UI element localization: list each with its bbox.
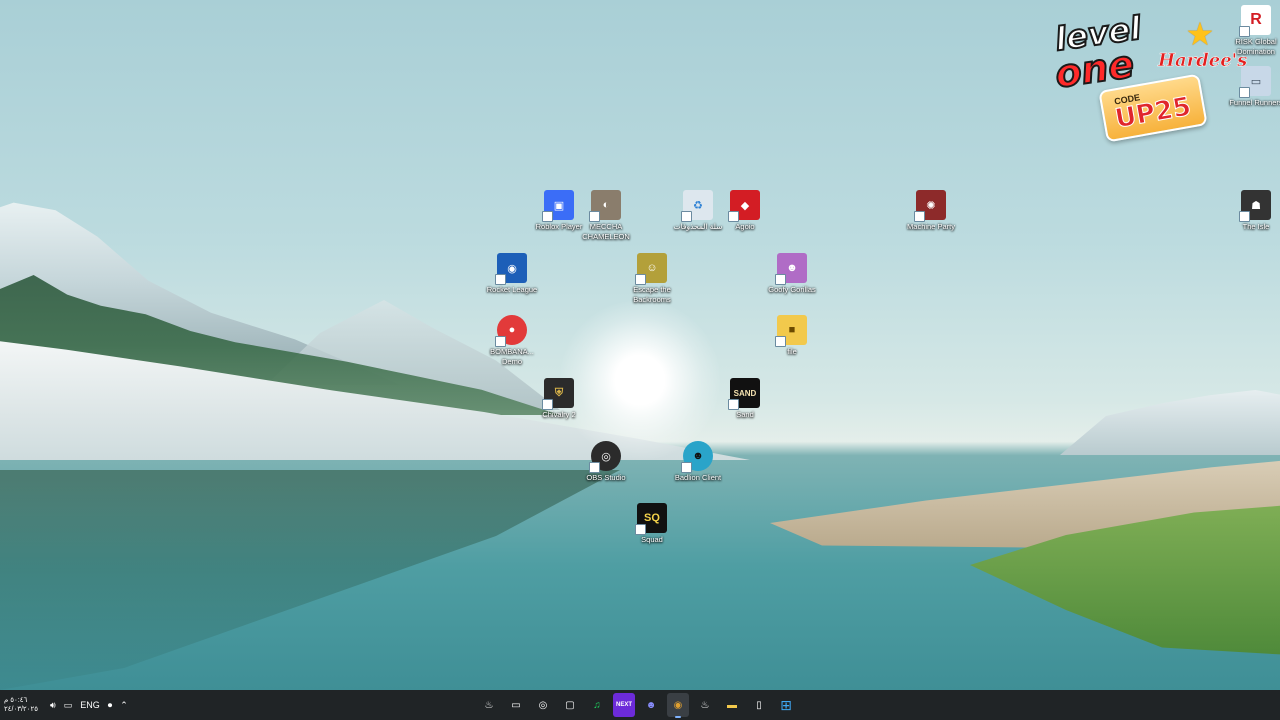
desktop-icon-rocket-league[interactable]: ◉ Rocket League [480,253,544,295]
desktop-icon-obs[interactable]: ◎ OBS Studio [574,441,638,483]
funnel-runners-icon: ▭ [1239,66,1271,98]
risk-icon: R [1239,5,1271,37]
clock[interactable]: ٥٠:٤٦ م ٢٤/٠٣/٢٠٢٥ [4,696,42,714]
desktop-icon-escape-backrooms[interactable]: ☺ Escape the Backrooms [620,253,684,305]
icon-label: Badlion Client [674,473,722,482]
lake-reflection [0,470,620,690]
windows-start-icon[interactable]: ⊞ [775,693,797,717]
desktop-icon-chivalry[interactable]: ⛨ Chivalry 2 [527,378,591,420]
notepad-icon[interactable]: ▯ [748,693,770,717]
folder-icon: ■ [775,315,807,347]
icon-label: Goofy Gorillas [768,285,816,294]
icon-label: Chivalry 2 [542,410,576,419]
system-tray: ٥٠:٤٦ م ٢٤/٠٣/٢٠٢٥ 🔊︎ ▭ ENG ⏺ ⌃ [4,692,128,718]
desktop-icon-machine-party[interactable]: ✺ Machine Party [899,190,963,232]
squad-icon: SQ [635,503,667,535]
icon-label: OBS Studio [586,473,626,482]
desktop-icon-risk[interactable]: R RISK Global Domination [1224,5,1280,57]
desktop-wallpaper: level one ★ Hardee's CODE UP25 ▣ Roblox … [0,0,1280,690]
desktop-icon-squad[interactable]: SQ Squad [620,503,684,545]
recycle-bin-icon: ♻ [681,190,713,222]
network-icon[interactable]: ▭ [64,700,73,711]
machine-party-icon: ✺ [914,190,946,222]
escape-backrooms-icon: ☺ [635,253,667,285]
icon-label: Agoio [735,222,755,231]
terminal-icon[interactable]: ▭ [505,693,527,717]
icon-label: Machine Party [907,222,955,231]
volume-icon[interactable]: 🔊︎ [50,700,56,711]
icon-label: Funnel Runners [1229,98,1280,107]
taskbar: ٥٠:٤٦ م ٢٤/٠٣/٢٠٢٥ 🔊︎ ▭ ENG ⏺ ⌃ ♨ ▭ ◎ ▢ … [0,690,1280,720]
desktop-icon-badlion[interactable]: ☻ Badlion Client [666,441,730,483]
xbox-icon[interactable]: ▢ [559,693,581,717]
taskbar-apps: ♨ ▭ ◎ ▢ ♫ NEXT ☻ ◉ ♨ ▬ ▯ ⊞ [478,693,797,718]
desktop-icon-meccha[interactable]: ◐ MECCHA CHAMELEON [574,190,638,242]
icon-label: Rocket League [486,285,538,294]
spotify-icon[interactable]: ♫ [586,693,608,717]
icon-label: Squad [641,535,663,544]
meccha-icon: ◐ [589,190,621,222]
steam-2-icon[interactable]: ♨ [694,693,716,717]
icon-label: RISK Global Domination [1235,37,1277,56]
agoio-icon: ◆ [728,190,760,222]
icon-label: The Isle [1242,222,1270,231]
desktop-icon-folder[interactable]: ■ file [760,315,824,357]
desktop-icon-bombana[interactable]: ● BOMBANA... Demo [480,315,544,367]
next-icon[interactable]: NEXT [613,693,635,717]
discord-icon[interactable]: ☻ [640,693,662,717]
bombana-icon: ● [495,315,527,347]
icon-label: BOMBANA... Demo [490,347,534,366]
microphone-icon[interactable]: ⏺ [108,700,113,711]
icon-label: MECCHA CHAMELEON [582,222,630,241]
icon-label: Sand [736,410,754,419]
clock-time: ٥٠:٤٦ م [4,697,28,704]
chivalry-icon: ⛨ [542,378,574,410]
roblox-icon: ▣ [542,190,574,222]
desktop-icon-the-isle[interactable]: ☗ The Isle [1224,190,1280,232]
badlion-icon: ☻ [681,441,713,473]
goofy-gorillas-icon: ☻ [775,253,807,285]
sand-icon: SAND [728,378,760,410]
level-one-logo[interactable]: level one [1051,8,1144,98]
language-indicator[interactable]: ENG [80,700,100,710]
desktop-icon-agoio[interactable]: ◆ Agoio [713,190,777,232]
obs-taskbar-icon[interactable]: ◎ [532,693,554,717]
obs-icon: ◎ [589,441,621,473]
icon-label: file [787,347,797,356]
clock-date: ٢٤/٠٣/٢٠٢٥ [4,706,38,713]
chrome-icon[interactable]: ◉ [667,693,689,718]
right-mountain [1060,390,1280,455]
icon-label: Escape the Backrooms [633,285,671,304]
desktop-icon-sand[interactable]: SAND Sand [713,378,777,420]
chevron-up-icon[interactable]: ⌃ [120,700,128,711]
desktop-icon-funnel-runners[interactable]: ▭ Funnel Runners [1224,66,1280,108]
the-isle-icon: ☗ [1239,190,1271,222]
rocket-league-icon: ◉ [495,253,527,285]
desktop-icon-goofy-gorillas[interactable]: ☻ Goofy Gorillas [760,253,824,295]
steam-icon[interactable]: ♨ [478,693,500,717]
file-explorer-icon[interactable]: ▬ [721,693,743,717]
